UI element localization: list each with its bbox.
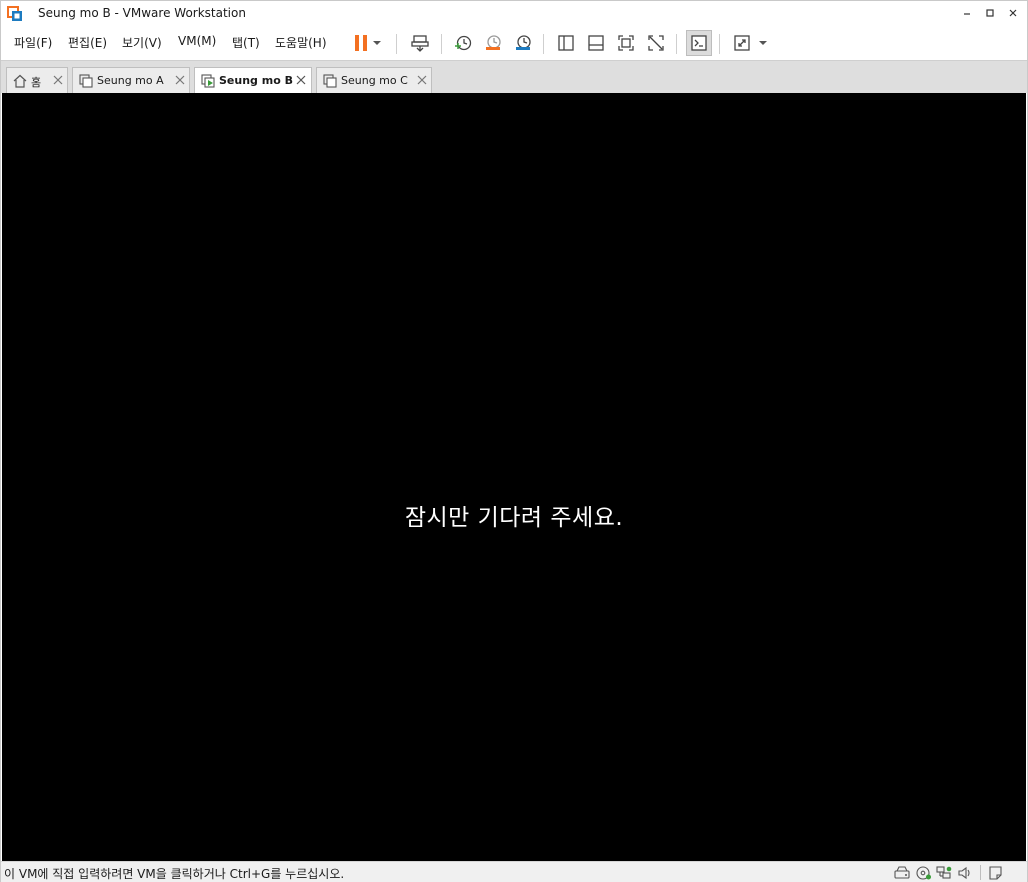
menu-help[interactable]: 도움말(H) [275,34,327,51]
vm-icon [79,74,93,88]
vmware-window: Seung mo B - VMware Workstation 파일(F) 편집… [0,0,1028,882]
title-bar: Seung mo B - VMware Workstation [1,1,1027,26]
status-separator [980,865,981,880]
menu-toolbar: 파일(F) 편집(E) 보기(V) VM(M) 탭(T) 도움말(H) [1,26,1027,60]
hard-disk-icon[interactable] [894,865,910,880]
snapshot-manager-icon[interactable] [510,30,536,56]
menu-vm[interactable]: VM(M) [178,34,216,48]
thumbnail-bar-icon[interactable] [583,30,609,56]
status-hint: 이 VM에 직접 입력하려면 VM을 클릭하거나 Ctrl+G를 누르십시오. [4,867,345,881]
send-ctrl-alt-del-icon[interactable] [407,30,433,56]
tab-label: Seung mo B [219,74,293,87]
snapshot-revert-icon[interactable] [480,30,506,56]
tab-seung-mo-c[interactable]: Seung mo C [316,67,432,94]
library-icon[interactable] [553,30,579,56]
vm-boot-message: 잠시만 기다려 주세요. [404,505,624,531]
status-bar: 이 VM에 직접 입력하려면 VM을 클릭하거나 Ctrl+G를 누르십시오. [1,861,1027,882]
close-icon[interactable] [1002,4,1024,22]
toolbar-separator [396,34,397,54]
menu-file[interactable]: 파일(F) [14,34,52,51]
vm-running-icon [201,74,215,88]
toolbar-separator [719,34,720,54]
tab-seung-mo-a[interactable]: Seung mo A [72,67,190,94]
message-log-icon[interactable] [988,865,1004,880]
menu-view[interactable]: 보기(V) [122,34,162,51]
vm-icon [323,74,337,88]
toolbar-separator [441,34,442,54]
cd-dvd-icon[interactable] [916,865,932,880]
full-screen-icon[interactable] [613,30,639,56]
vm-console-display[interactable]: 잠시만 기다려 주세요. [2,93,1026,861]
power-dropdown-arrow-icon[interactable] [369,30,385,56]
close-tab-icon[interactable] [416,74,428,86]
toolbar-separator [676,34,677,54]
minimize-icon[interactable] [956,4,978,22]
window-title: Seung mo B - VMware Workstation [38,6,246,20]
tab-home[interactable]: 홈 [6,67,68,94]
close-tab-icon[interactable] [52,74,64,86]
maximize-icon[interactable] [979,4,1001,22]
menu-edit[interactable]: 편집(E) [68,34,107,51]
home-icon [13,74,27,88]
menu-tabs[interactable]: 탭(T) [232,34,260,51]
close-tab-icon[interactable] [295,74,307,86]
tab-label: Seung mo C [341,74,408,87]
stretch-guest-icon[interactable] [729,30,755,56]
tab-seung-mo-b[interactable]: Seung mo B [194,67,312,94]
tab-label: 홈 [31,76,42,89]
close-tab-icon[interactable] [174,74,186,86]
tab-strip: 홈 Seung mo A Seung mo B Seung mo C [1,60,1027,94]
console-view-icon[interactable] [686,30,712,56]
sound-card-icon[interactable] [957,865,973,880]
vmware-app-icon [7,6,23,22]
unity-icon[interactable] [643,30,669,56]
network-adapter-icon[interactable] [936,865,952,880]
view-dropdown-arrow-icon[interactable] [755,30,771,56]
tab-label: Seung mo A [97,74,164,87]
toolbar-separator [543,34,544,54]
snapshot-take-icon[interactable] [450,30,476,56]
